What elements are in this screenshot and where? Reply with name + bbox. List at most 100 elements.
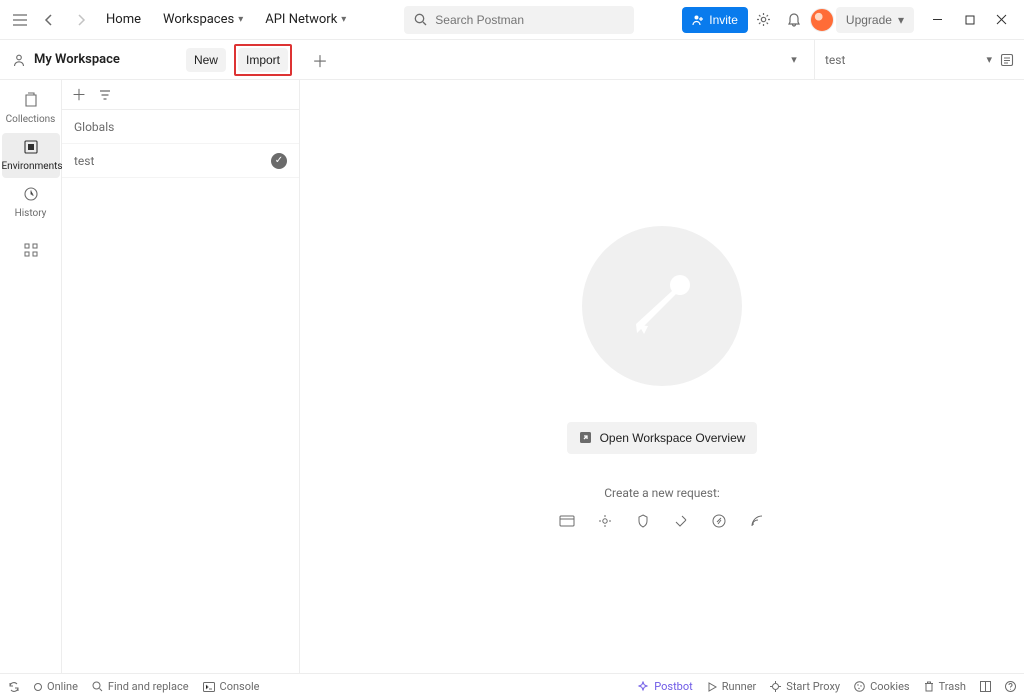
status-trash-label: Trash bbox=[939, 680, 966, 693]
avatar[interactable] bbox=[810, 8, 834, 32]
environments-pane: ＋ Globals test ✓ bbox=[62, 80, 300, 673]
create-env-button[interactable]: ＋ bbox=[68, 84, 90, 106]
api-network-label: API Network bbox=[265, 12, 337, 27]
status-cookies[interactable]: Cookies bbox=[854, 680, 909, 693]
forward-button[interactable] bbox=[66, 6, 94, 34]
rail-collections[interactable]: Collections bbox=[2, 86, 60, 131]
status-online[interactable]: Online bbox=[34, 680, 78, 693]
cookie-icon bbox=[854, 681, 865, 692]
search-input[interactable] bbox=[435, 13, 624, 27]
home-link[interactable]: Home bbox=[96, 8, 151, 31]
postbot-icon bbox=[637, 681, 649, 693]
window-controls bbox=[922, 6, 1018, 34]
online-dot-icon bbox=[34, 683, 42, 691]
grpc-request-icon[interactable] bbox=[634, 514, 652, 528]
person-icon bbox=[12, 53, 26, 67]
capture-icon bbox=[770, 681, 781, 692]
status-layout-icon[interactable] bbox=[980, 681, 991, 692]
status-sync-icon[interactable] bbox=[8, 681, 20, 693]
menu-icon[interactable] bbox=[6, 6, 34, 34]
environment-selector[interactable]: test ▾ bbox=[814, 40, 1024, 79]
graphql-request-icon[interactable] bbox=[596, 514, 614, 528]
chevron-down-icon: ▾ bbox=[341, 14, 346, 25]
create-request-label: Create a new request: bbox=[604, 486, 720, 500]
rail-collections-label: Collections bbox=[6, 114, 56, 125]
workspaces-dropdown[interactable]: Workspaces ▾ bbox=[153, 8, 253, 31]
env-quicklook-icon[interactable] bbox=[1000, 53, 1014, 67]
status-bar: Online Find and replace Console Postbot … bbox=[0, 673, 1024, 699]
tabs-strip: ＋ ▾ bbox=[300, 40, 814, 79]
empty-state: Open Workspace Overview Create a new req… bbox=[558, 226, 766, 528]
filter-icon[interactable] bbox=[94, 84, 116, 106]
status-help-icon[interactable] bbox=[1005, 681, 1016, 692]
grid-icon bbox=[2, 243, 60, 263]
invite-label: Invite bbox=[709, 13, 738, 27]
notifications-icon[interactable] bbox=[780, 6, 808, 34]
settings-icon[interactable] bbox=[750, 6, 778, 34]
window-maximize[interactable] bbox=[954, 6, 986, 34]
workspace-header: My Workspace New Import bbox=[0, 40, 300, 79]
upgrade-button[interactable]: Upgrade ▾ bbox=[836, 7, 914, 33]
status-start-proxy[interactable]: Start Proxy bbox=[770, 680, 840, 693]
status-find-replace-label: Find and replace bbox=[108, 680, 189, 693]
status-online-label: Online bbox=[47, 680, 78, 693]
status-runner[interactable]: Runner bbox=[707, 680, 757, 693]
back-button[interactable] bbox=[36, 6, 64, 34]
collections-icon bbox=[2, 92, 60, 112]
open-icon bbox=[579, 431, 592, 444]
window-minimize[interactable] bbox=[922, 6, 954, 34]
add-tab-button[interactable]: ＋ bbox=[306, 46, 334, 74]
api-network-dropdown[interactable]: API Network ▾ bbox=[255, 8, 356, 31]
search-icon bbox=[92, 681, 103, 692]
status-console-label: Console bbox=[220, 680, 260, 693]
history-icon bbox=[2, 186, 60, 206]
status-trash[interactable]: Trash bbox=[924, 680, 966, 693]
status-find-replace[interactable]: Find and replace bbox=[92, 680, 189, 693]
window-close[interactable] bbox=[986, 6, 1018, 34]
open-workspace-overview-button[interactable]: Open Workspace Overview bbox=[567, 422, 758, 454]
env-toolbar: ＋ bbox=[62, 80, 299, 110]
status-postbot[interactable]: Postbot bbox=[637, 680, 692, 693]
nav-rail: Collections Environments History bbox=[0, 80, 62, 673]
socketio-request-icon[interactable] bbox=[710, 514, 728, 528]
postman-logo-placeholder bbox=[582, 226, 742, 386]
env-globals-row[interactable]: Globals bbox=[62, 110, 299, 144]
search-icon bbox=[414, 13, 427, 26]
search-input-wrap[interactable] bbox=[404, 6, 634, 34]
rail-environments-label: Environments bbox=[2, 161, 63, 172]
env-list: Globals test ✓ bbox=[62, 110, 299, 673]
import-highlight: Import bbox=[234, 44, 292, 76]
upgrade-label: Upgrade bbox=[846, 13, 892, 27]
person-add-icon bbox=[692, 14, 704, 26]
status-runner-label: Runner bbox=[722, 680, 757, 693]
new-button[interactable]: New bbox=[186, 48, 226, 72]
invite-button[interactable]: Invite bbox=[682, 7, 748, 33]
workspace-bar: My Workspace New Import ＋ ▾ test ▾ bbox=[0, 40, 1024, 80]
workspaces-label: Workspaces bbox=[163, 12, 234, 27]
env-row[interactable]: test ✓ bbox=[62, 144, 299, 178]
status-cookies-label: Cookies bbox=[870, 680, 909, 693]
websocket-request-icon[interactable] bbox=[672, 514, 690, 528]
chevron-down-icon: ▾ bbox=[238, 14, 243, 25]
rail-configure[interactable] bbox=[2, 237, 60, 271]
body: Collections Environments History ＋ bbox=[0, 80, 1024, 673]
tabs-chevron-down[interactable]: ▾ bbox=[780, 46, 808, 74]
request-type-icons bbox=[558, 514, 766, 528]
http-request-icon[interactable] bbox=[558, 514, 576, 528]
rail-history-label: History bbox=[15, 208, 47, 219]
chevron-down-icon: ▾ bbox=[898, 13, 904, 27]
status-console[interactable]: Console bbox=[203, 680, 260, 693]
mqtt-request-icon[interactable] bbox=[748, 514, 766, 528]
play-icon bbox=[707, 682, 717, 692]
open-workspace-overview-label: Open Workspace Overview bbox=[600, 431, 746, 445]
trash-icon bbox=[924, 681, 934, 692]
status-postbot-label: Postbot bbox=[654, 680, 692, 693]
workspace-title: My Workspace bbox=[34, 52, 178, 67]
rail-history[interactable]: History bbox=[2, 180, 60, 225]
rail-environments[interactable]: Environments bbox=[2, 133, 60, 178]
home-label: Home bbox=[106, 12, 141, 27]
main-pane: Open Workspace Overview Create a new req… bbox=[300, 80, 1024, 673]
environment-selector-label: test bbox=[825, 53, 978, 67]
import-button[interactable]: Import bbox=[238, 48, 288, 72]
env-row-label: test bbox=[74, 154, 94, 168]
